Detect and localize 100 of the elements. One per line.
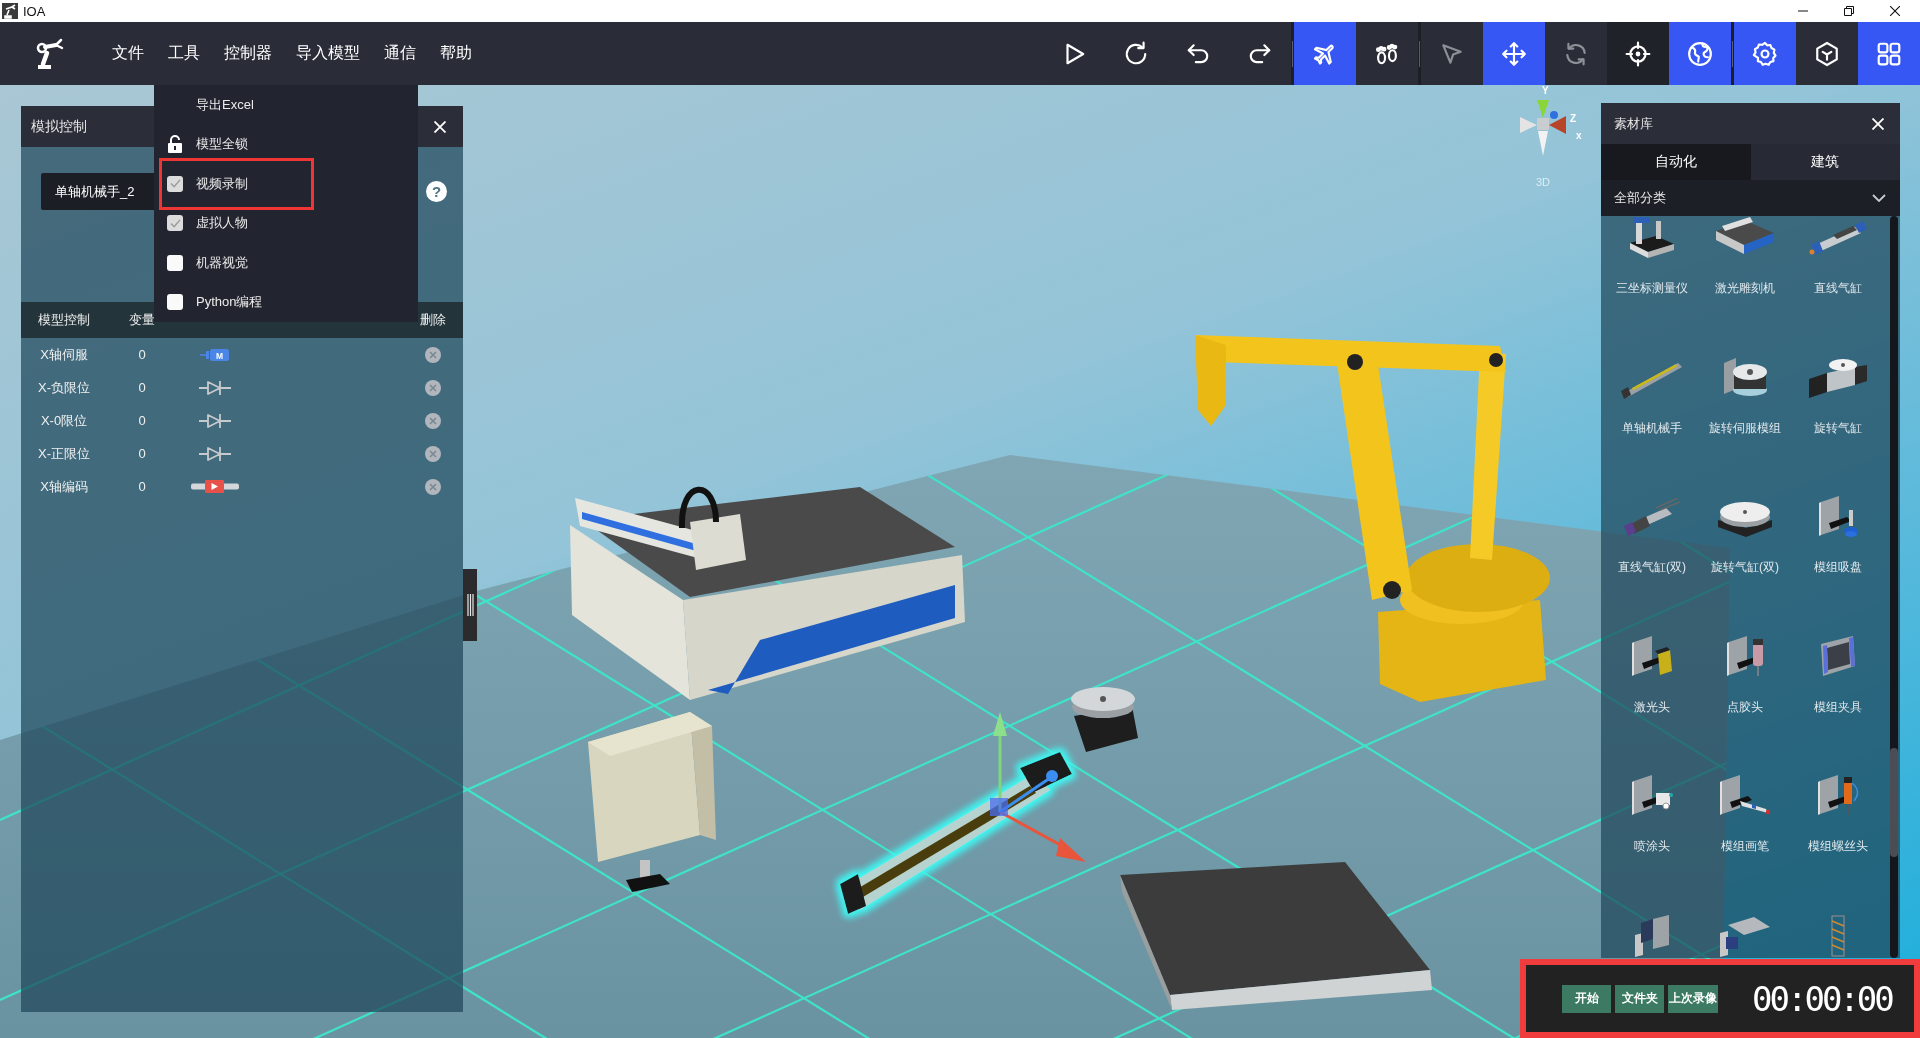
- tab[interactable]: 建筑: [1750, 144, 1900, 180]
- library-item[interactable]: 激光头: [1632, 635, 1672, 716]
- library-item[interactable]: 模组螺丝头: [1808, 775, 1868, 855]
- engraving-machine-drawing[interactable]: [570, 486, 965, 700]
- scrollbar-thumb[interactable]: [1890, 748, 1898, 857]
- chevron-down-icon: [1872, 194, 1886, 202]
- resize-handle[interactable]: [463, 569, 477, 641]
- limit-switch-icon[interactable]: [199, 445, 231, 462]
- tab[interactable]: 自动化: [1601, 144, 1751, 180]
- column-header: 删除: [420, 311, 446, 329]
- remove-icon: [425, 478, 441, 495]
- library-item[interactable]: 模组画笔: [1719, 775, 1771, 855]
- window-title: IOA: [23, 3, 46, 19]
- gripper-frame-icon: [1821, 635, 1855, 678]
- delete-button[interactable]: [425, 346, 441, 363]
- menu-item[interactable]: Python编程: [167, 287, 263, 318]
- close-icon: [1890, 6, 1900, 16]
- library-item[interactable]: 单轴机械手: [1621, 356, 1683, 437]
- menu-item[interactable]: 机器视觉: [167, 247, 248, 278]
- library-item[interactable]: 点胶头: [1727, 635, 1763, 716]
- fly-mode-button[interactable]: [1294, 22, 1356, 85]
- table-cell: 0: [138, 446, 146, 461]
- rotary-cylinder-icon: [1809, 356, 1867, 399]
- library-item[interactable]: 直线气缸(双): [1618, 496, 1686, 576]
- encoder-slider-icon[interactable]: [191, 480, 239, 493]
- menu-item[interactable]: 文件: [100, 22, 156, 85]
- linear-actuator-drawing[interactable]: [840, 752, 1072, 914]
- control-cabinet-drawing[interactable]: [588, 712, 716, 892]
- move-button[interactable]: [1483, 22, 1545, 85]
- library-item[interactable]: 旋转气缸: [1809, 356, 1867, 437]
- library-item[interactable]: 模组夹具: [1814, 635, 1862, 716]
- menu-item[interactable]: 控制器: [212, 22, 284, 85]
- grip-icon: [466, 594, 474, 616]
- remove-icon: [425, 346, 441, 363]
- menu-item[interactable]: 导出Excel: [167, 89, 254, 120]
- recorder-button[interactable]: 开始: [1562, 984, 1611, 1013]
- globe-button[interactable]: [1669, 22, 1731, 85]
- table-cell: 0: [138, 380, 146, 395]
- suction-cup-icon: [1818, 496, 1858, 538]
- library-item[interactable]: 直线气缸: [1808, 217, 1868, 297]
- checkbox[interactable]: [167, 254, 183, 271]
- remove-icon: [425, 379, 441, 396]
- twin-cylinder-icon: [1623, 496, 1681, 538]
- swing-plate-icon: [1720, 914, 1770, 957]
- library-item[interactable]: [1635, 914, 1669, 957]
- scrollbar-track[interactable]: [1890, 216, 1898, 958]
- robot-arm-icon: [34, 37, 66, 70]
- library-item[interactable]: 旋转伺服模组: [1709, 356, 1781, 437]
- menu-item[interactable]: 模型全锁: [167, 129, 248, 160]
- close-icon: [434, 120, 446, 133]
- table-cell: 0: [138, 347, 146, 362]
- grid-button[interactable]: [1858, 22, 1920, 85]
- menu-item[interactable]: 帮助: [428, 22, 484, 85]
- table-cell: 0: [138, 479, 146, 494]
- delete-button[interactable]: [425, 445, 441, 462]
- library-item[interactable]: 喷涂头: [1631, 775, 1673, 855]
- axis-label: x: [1576, 130, 1582, 142]
- close-button[interactable]: [433, 119, 447, 134]
- rotary-table-drawing[interactable]: [1071, 687, 1138, 752]
- menu-item[interactable]: 工具: [156, 22, 212, 85]
- menu-item[interactable]: 导入模型: [284, 22, 372, 85]
- library-item[interactable]: 模组吸盘: [1814, 496, 1862, 576]
- table-cell: X-正限位: [38, 444, 90, 463]
- delete-button[interactable]: [425, 478, 441, 495]
- delete-button[interactable]: [425, 379, 441, 396]
- panel-title: 模拟控制: [31, 117, 87, 136]
- limit-switch-icon[interactable]: [199, 412, 231, 429]
- recorder-button[interactable]: 上次录像: [1668, 984, 1718, 1013]
- menu-item[interactable]: 视频录制: [167, 168, 248, 199]
- gantry-machine-icon: [1629, 217, 1675, 259]
- delete-button[interactable]: [425, 412, 441, 429]
- table-cell: X轴伺服: [40, 345, 88, 364]
- checkbox[interactable]: [167, 175, 183, 192]
- table-cell: 0: [138, 413, 146, 428]
- menu-item[interactable]: 通信: [372, 22, 428, 85]
- limit-switch-icon[interactable]: [199, 379, 231, 396]
- menu-item[interactable]: 虚拟人物: [167, 208, 248, 239]
- checkbox[interactable]: [167, 215, 183, 232]
- recorder-button[interactable]: 文件夹: [1615, 984, 1664, 1013]
- library-item[interactable]: 激光雕刻机: [1715, 217, 1775, 297]
- column-header: 模型控制: [38, 311, 90, 329]
- side-clamp-icon: [1635, 914, 1669, 957]
- view-mode-label: 3D: [1536, 176, 1551, 189]
- checkbox[interactable]: [167, 294, 183, 311]
- library-item[interactable]: 三坐标测量仪: [1616, 217, 1688, 297]
- library-item[interactable]: [1720, 914, 1770, 957]
- category-select[interactable]: 全部分类: [1601, 180, 1900, 216]
- help-button[interactable]: ?: [426, 181, 447, 202]
- close-button[interactable]: [1871, 116, 1885, 131]
- model-select[interactable]: 单轴机械手_2: [41, 173, 156, 210]
- laser-head-icon: [1632, 635, 1672, 678]
- restore-icon: [1844, 6, 1854, 16]
- transform-gizmo[interactable]: [990, 712, 1086, 862]
- conveyor-drawing[interactable]: [1120, 862, 1432, 1010]
- library-item[interactable]: 旋转气缸(双): [1711, 496, 1779, 576]
- spray-nozzle-icon: [1631, 775, 1673, 817]
- settings-button[interactable]: [1734, 22, 1796, 85]
- table-cell: X-负限位: [38, 378, 90, 397]
- table-cell: X轴编码: [40, 477, 88, 496]
- focus-button[interactable]: [1607, 22, 1669, 85]
